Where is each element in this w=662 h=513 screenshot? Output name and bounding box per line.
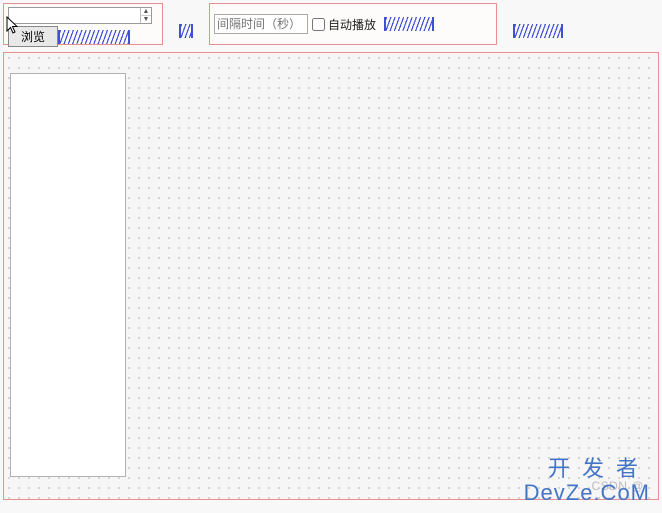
layout-spring-icon	[179, 24, 193, 38]
watermark-line2: DevZe.CoM	[524, 481, 650, 505]
main-design-area	[3, 52, 659, 500]
autoplay-checkbox[interactable]	[312, 18, 325, 31]
layout-spring-icon	[58, 30, 130, 44]
spinner-up-icon[interactable]: ▲	[141, 8, 151, 16]
layout-spring-icon	[384, 17, 434, 31]
spinner-buttons[interactable]: ▲ ▼	[140, 8, 151, 23]
browse-button[interactable]: 浏览	[8, 26, 58, 47]
interval-input[interactable]	[214, 14, 308, 34]
right-controls-panel: 自动播放	[209, 3, 497, 45]
layout-spring-icon	[513, 24, 563, 38]
autoplay-label: 自动播放	[328, 16, 376, 33]
devze-watermark: 开发者 DevZe.CoM	[524, 457, 650, 505]
watermark-line1: 开发者	[524, 457, 650, 481]
file-spinner-input[interactable]	[9, 8, 140, 23]
file-spinner[interactable]: ▲ ▼	[8, 7, 152, 24]
autoplay-checkbox-wrap[interactable]: 自动播放	[312, 16, 376, 33]
spinner-down-icon[interactable]: ▼	[141, 16, 151, 23]
listbox[interactable]	[10, 73, 126, 477]
left-controls-panel: ▲ ▼ 浏览	[3, 3, 163, 45]
